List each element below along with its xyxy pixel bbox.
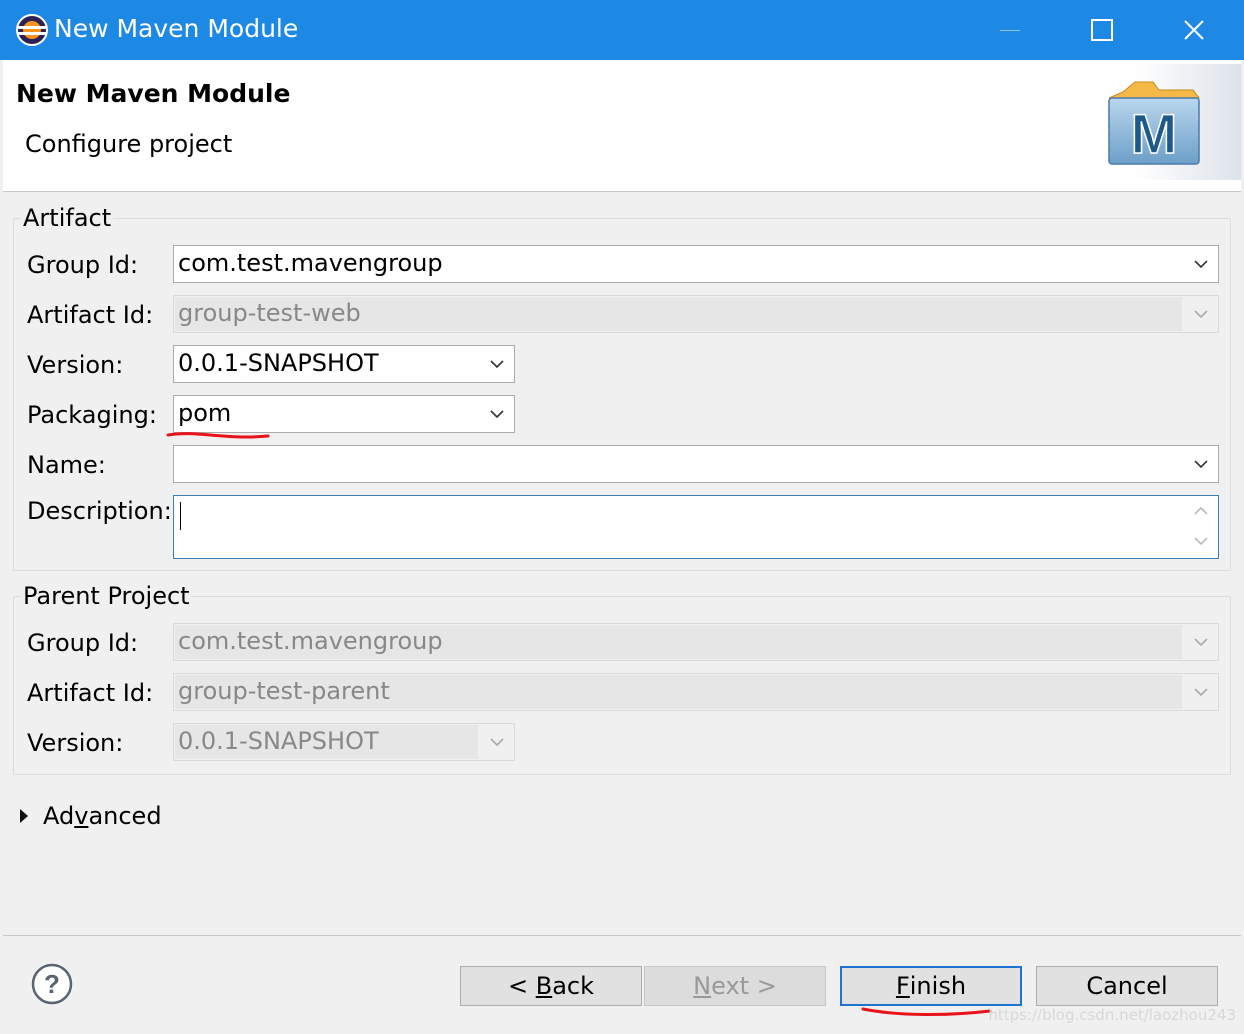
title-bar: New Maven Module bbox=[0, 0, 1244, 60]
description-label: Description: bbox=[27, 497, 172, 525]
svg-text:?: ? bbox=[44, 969, 60, 999]
parent-version-label: Version: bbox=[27, 729, 124, 757]
version-label: Version: bbox=[27, 351, 124, 379]
footer-separator bbox=[3, 935, 1241, 936]
name-label: Name: bbox=[27, 451, 106, 479]
svg-text:M: M bbox=[1131, 102, 1178, 165]
window-title: New Maven Module bbox=[54, 14, 299, 43]
chevron-down-icon[interactable] bbox=[480, 396, 514, 432]
advanced-label: Advanced bbox=[43, 802, 162, 830]
chevron-down-icon[interactable] bbox=[1184, 446, 1218, 482]
chevron-down-icon[interactable] bbox=[1184, 246, 1218, 282]
artifact-id-value: group-test-web bbox=[178, 299, 361, 327]
finish-button[interactable]: Finish bbox=[840, 966, 1022, 1006]
next-button[interactable]: Next > bbox=[644, 966, 826, 1006]
back-button[interactable]: < Back bbox=[460, 966, 642, 1006]
watermark: https://blog.csdn.net/laozhou243 bbox=[988, 1006, 1236, 1024]
parent-project-group-label: Parent Project bbox=[21, 582, 192, 610]
text-cursor bbox=[180, 502, 181, 530]
maximize-button[interactable] bbox=[1056, 0, 1148, 60]
artifact-group-label: Artifact bbox=[21, 204, 114, 232]
chevron-down-icon bbox=[1184, 674, 1218, 710]
eclipse-icon bbox=[16, 14, 48, 46]
annotation-underline bbox=[166, 432, 270, 439]
packaging-value: pom bbox=[178, 399, 232, 427]
description-textarea[interactable] bbox=[173, 495, 1219, 559]
chevron-down-icon[interactable] bbox=[1193, 536, 1209, 546]
parent-group-id-value: com.test.mavengroup bbox=[178, 627, 443, 655]
page-title: New Maven Module bbox=[16, 79, 291, 108]
annotation-underline bbox=[861, 1007, 992, 1017]
parent-version-combo: 0.0.1-SNAPSHOT bbox=[173, 723, 515, 761]
minimize-icon bbox=[1000, 29, 1020, 31]
help-button[interactable]: ? bbox=[30, 962, 74, 1006]
minimize-button[interactable] bbox=[964, 0, 1056, 60]
group-id-label: Group Id: bbox=[27, 251, 139, 279]
artifact-id-label: Artifact Id: bbox=[27, 301, 154, 329]
parent-artifact-id-combo: group-test-parent bbox=[173, 673, 1219, 711]
group-id-value: com.test.mavengroup bbox=[178, 249, 443, 277]
page-subtitle: Configure project bbox=[25, 130, 233, 158]
version-value: 0.0.1-SNAPSHOT bbox=[178, 349, 379, 377]
chevron-down-icon[interactable] bbox=[480, 346, 514, 382]
parent-group-id-combo: com.test.mavengroup bbox=[173, 623, 1219, 661]
packaging-label: Packaging: bbox=[27, 401, 157, 429]
description-scrollbar[interactable] bbox=[1184, 496, 1218, 558]
maximize-icon bbox=[1091, 19, 1113, 41]
help-icon[interactable]: ? bbox=[30, 962, 74, 1006]
version-combo[interactable]: 0.0.1-SNAPSHOT bbox=[173, 345, 515, 383]
group-id-combo[interactable]: com.test.mavengroup bbox=[173, 245, 1219, 283]
maven-logo: M bbox=[1108, 64, 1241, 180]
chevron-down-icon bbox=[1184, 624, 1218, 660]
parent-artifact-id-label: Artifact Id: bbox=[27, 679, 154, 707]
parent-artifact-id-value: group-test-parent bbox=[178, 677, 390, 705]
name-combo[interactable] bbox=[173, 445, 1219, 483]
cancel-button[interactable]: Cancel bbox=[1036, 966, 1218, 1006]
artifact-id-combo: group-test-web bbox=[173, 295, 1219, 333]
close-button[interactable] bbox=[1148, 0, 1240, 60]
dialog-header: New Maven Module Configure project M bbox=[3, 60, 1241, 192]
close-icon bbox=[1184, 20, 1204, 40]
triangle-right-icon[interactable] bbox=[18, 808, 30, 824]
advanced-toggle[interactable]: Advanced bbox=[18, 800, 162, 832]
chevron-down-icon bbox=[480, 724, 514, 760]
chevron-down-icon bbox=[1184, 296, 1218, 332]
parent-group-id-label: Group Id: bbox=[27, 629, 139, 657]
chevron-up-icon[interactable] bbox=[1193, 506, 1209, 516]
parent-version-value: 0.0.1-SNAPSHOT bbox=[178, 727, 379, 755]
